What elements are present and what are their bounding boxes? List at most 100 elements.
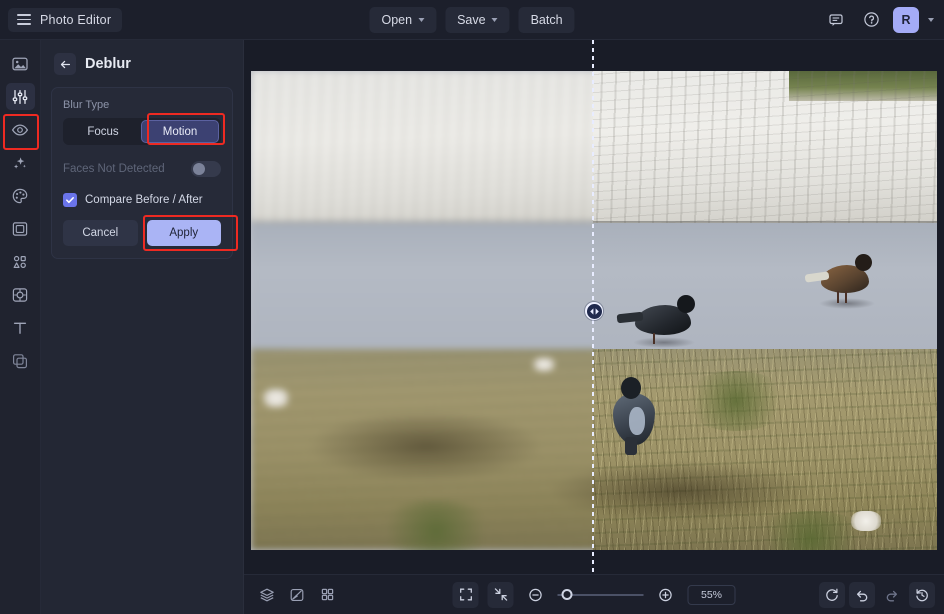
bird-grey-lower bbox=[603, 371, 673, 459]
compare-label: Compare Before / After bbox=[85, 194, 203, 206]
fit-screen-button[interactable] bbox=[453, 582, 479, 608]
split-compare-icon bbox=[289, 587, 305, 603]
sidebar-item-crop[interactable] bbox=[6, 215, 35, 242]
reset-button[interactable] bbox=[819, 582, 845, 608]
account-chevron-down-icon[interactable] bbox=[928, 18, 934, 22]
actual-size-button[interactable] bbox=[488, 582, 514, 608]
feedback-button[interactable] bbox=[823, 7, 849, 33]
blur-type-option-motion[interactable]: Motion bbox=[141, 120, 219, 143]
redo-arrow-icon bbox=[884, 587, 900, 603]
redo-button[interactable] bbox=[879, 582, 905, 608]
bird-leg bbox=[837, 291, 839, 303]
before-image-content bbox=[251, 71, 593, 550]
zoom-slider-track[interactable] bbox=[558, 594, 644, 596]
sidebar-item-adjustments[interactable] bbox=[6, 83, 35, 110]
sidebar-item-image[interactable] bbox=[6, 50, 35, 77]
open-label: Open bbox=[381, 13, 412, 27]
eye-retouch-icon bbox=[11, 121, 29, 139]
left-right-arrows-icon bbox=[587, 304, 602, 319]
app-title: Photo Editor bbox=[40, 13, 111, 27]
bottombar-right bbox=[819, 582, 935, 608]
litter-spot bbox=[533, 358, 555, 371]
page-title: Deblur bbox=[85, 56, 131, 72]
cancel-button[interactable]: Cancel bbox=[63, 220, 138, 246]
history-clock-icon bbox=[914, 587, 930, 603]
compare-view-button[interactable] bbox=[284, 582, 310, 608]
bottombar-center: 55% bbox=[453, 582, 736, 608]
bird-head bbox=[677, 295, 695, 313]
litter-spot bbox=[851, 511, 881, 531]
deblur-settings-card: Blur Type Focus Motion Faces Not Detecte… bbox=[51, 87, 233, 259]
top-toolbar: Photo Editor Open Save Batch bbox=[0, 0, 944, 40]
compare-row[interactable]: Compare Before / After bbox=[63, 193, 221, 207]
history-button[interactable] bbox=[909, 582, 935, 608]
adjustments-sliders-icon bbox=[11, 88, 29, 106]
topbar-right: R bbox=[823, 7, 934, 33]
grid-view-button[interactable] bbox=[314, 582, 340, 608]
avatar[interactable]: R bbox=[893, 7, 919, 33]
chevron-down-icon[interactable] bbox=[492, 18, 498, 22]
panel-header: Deblur bbox=[41, 40, 243, 85]
bird-shadow bbox=[819, 298, 875, 309]
sidebar-item-retouch[interactable] bbox=[6, 116, 35, 143]
zoom-slider-knob[interactable] bbox=[562, 589, 573, 600]
compare-checkbox[interactable] bbox=[63, 193, 77, 207]
gravel-texture bbox=[593, 71, 937, 229]
arrow-left-icon bbox=[59, 58, 72, 71]
app-menu-button[interactable]: Photo Editor bbox=[8, 8, 122, 32]
pavement bbox=[251, 223, 593, 355]
bottombar-left bbox=[244, 582, 340, 608]
bottom-toolbar: 55% bbox=[244, 574, 944, 614]
soil-patch bbox=[593, 461, 811, 521]
blur-type-segmented-control[interactable]: Focus Motion bbox=[63, 118, 221, 145]
back-button[interactable] bbox=[54, 53, 76, 75]
plus-circle-icon bbox=[658, 587, 674, 603]
save-button[interactable]: Save bbox=[445, 7, 510, 33]
bird-head bbox=[621, 377, 641, 399]
layers-duplicate-icon bbox=[11, 352, 29, 370]
apply-button[interactable]: Apply bbox=[147, 220, 222, 246]
litter-spot bbox=[263, 389, 289, 407]
bird-leg bbox=[653, 333, 655, 344]
sidebar-item-effects[interactable] bbox=[6, 281, 35, 308]
batch-button[interactable]: Batch bbox=[519, 7, 575, 33]
compare-split-handle[interactable] bbox=[585, 302, 603, 320]
sidebar-item-layers[interactable] bbox=[6, 347, 35, 374]
faces-toggle[interactable] bbox=[191, 161, 221, 177]
after-image-half bbox=[593, 71, 937, 550]
faces-detection-row: Faces Not Detected bbox=[63, 161, 221, 177]
sidebar-item-color[interactable] bbox=[6, 182, 35, 209]
chevron-down-icon[interactable] bbox=[418, 18, 424, 22]
undo-arrow-icon bbox=[854, 587, 870, 603]
color-palette-icon bbox=[11, 187, 29, 205]
after-image-content bbox=[593, 71, 937, 550]
photo-editor-window: Photo Editor Open Save Batch bbox=[0, 0, 944, 614]
zoom-slider[interactable] bbox=[558, 594, 644, 596]
sidebar-item-shapes[interactable] bbox=[6, 248, 35, 275]
gravel-texture bbox=[251, 71, 593, 229]
blur-type-label: Blur Type bbox=[63, 99, 221, 111]
sidebar-item-text[interactable] bbox=[6, 314, 35, 341]
canvas-area[interactable] bbox=[244, 40, 944, 574]
minus-circle-icon bbox=[528, 587, 544, 603]
panel-action-buttons: Cancel Apply bbox=[63, 220, 221, 246]
open-button[interactable]: Open bbox=[369, 7, 436, 33]
zoom-out-button[interactable] bbox=[523, 582, 549, 608]
undo-button[interactable] bbox=[849, 582, 875, 608]
zoom-in-button[interactable] bbox=[653, 582, 679, 608]
layers-button[interactable] bbox=[254, 582, 280, 608]
blur-type-option-focus[interactable]: Focus bbox=[65, 120, 141, 143]
green-clump bbox=[681, 371, 791, 431]
help-button[interactable] bbox=[858, 7, 884, 33]
before-image-half bbox=[251, 71, 593, 550]
zoom-level-value[interactable]: 55% bbox=[688, 585, 736, 605]
soil-patch bbox=[311, 411, 541, 481]
image-icon bbox=[11, 55, 29, 73]
layers-stack-icon bbox=[259, 587, 275, 603]
topbar-center: Open Save Batch bbox=[369, 7, 574, 33]
chat-bubble-icon bbox=[828, 12, 844, 28]
sidebar-item-magic[interactable] bbox=[6, 149, 35, 176]
shapes-icon bbox=[11, 253, 29, 271]
hamburger-icon[interactable] bbox=[17, 14, 31, 25]
contract-arrows-icon bbox=[493, 587, 508, 602]
